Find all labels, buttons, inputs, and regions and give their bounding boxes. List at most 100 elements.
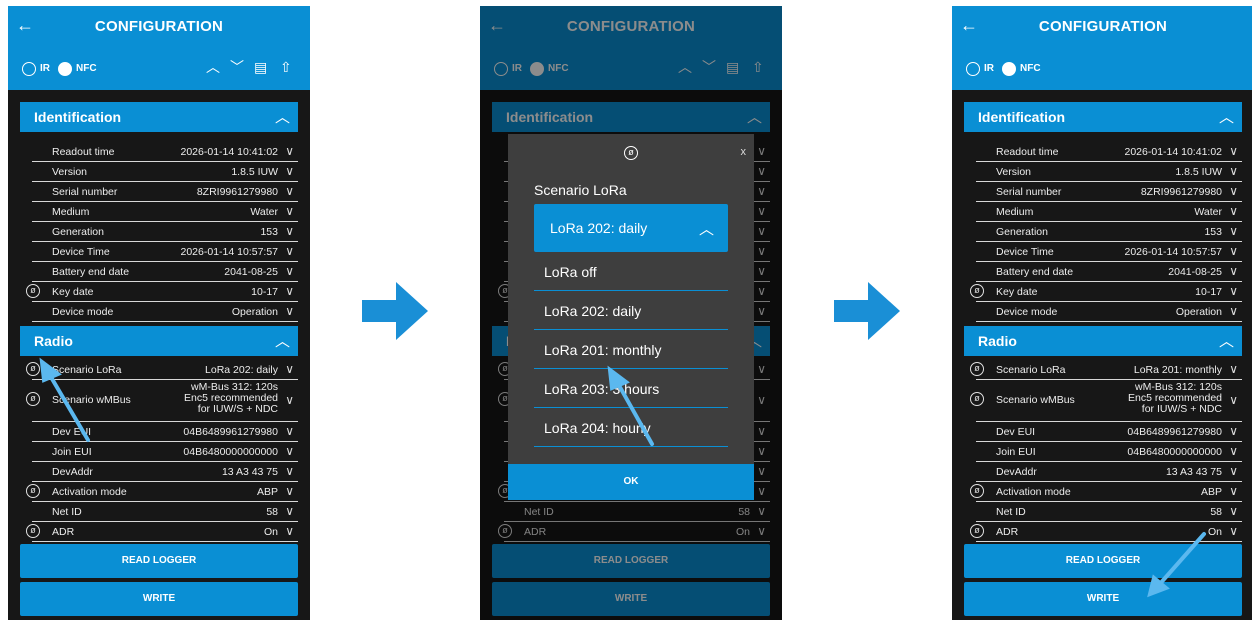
expand-chevron-icon[interactable]: ∨ xyxy=(285,204,294,218)
ir-radio[interactable] xyxy=(22,62,36,76)
section-identification[interactable]: Identification ︿ xyxy=(20,102,298,132)
table-row[interactable]: Join EUI 04B6480000000000 ∨ xyxy=(976,442,1242,462)
expand-chevron-icon[interactable]: ∨ xyxy=(1229,393,1238,407)
table-row[interactable]: Medium Water ∨ xyxy=(32,202,298,222)
table-row[interactable]: ø Activation mode ABP ∨ xyxy=(26,482,298,502)
expand-chevron-icon[interactable]: ∨ xyxy=(1229,184,1238,198)
page-title: CONFIGURATION xyxy=(1038,18,1168,35)
table-row[interactable]: Join EUI 04B6480000000000 ∨ xyxy=(32,442,298,462)
table-row[interactable]: ø Scenario wMBus wM-Bus 312: 120sEnc5 reco… xyxy=(26,380,298,422)
option-lora-202[interactable]: LoRa 202: daily xyxy=(534,291,728,330)
expand-chevron-icon[interactable]: ∨ xyxy=(285,284,294,298)
table-row[interactable]: DevAddr 13 A3 43 75 ∨ xyxy=(976,462,1242,482)
table-row[interactable]: Readout time 2026-01-14 10:41:02 ∨ xyxy=(32,142,298,162)
expand-chevron-icon[interactable]: ∨ xyxy=(1229,304,1238,318)
expand-chevron-icon[interactable]: ∨ xyxy=(1229,204,1238,218)
expand-chevron-icon[interactable]: ∨ xyxy=(285,264,294,278)
table-row[interactable]: Generation 153 ∨ xyxy=(32,222,298,242)
expand-chevron-icon[interactable]: ∨ xyxy=(285,164,294,178)
option-lora-off[interactable]: LoRa off xyxy=(534,252,728,291)
table-row[interactable]: Generation 153 ∨ xyxy=(976,222,1242,242)
expand-chevron-icon[interactable]: ∨ xyxy=(285,144,294,158)
table-row[interactable]: Device mode Operation ∨ xyxy=(976,302,1242,322)
expand-chevron-icon[interactable]: ∨ xyxy=(285,464,294,478)
phone-screen-step-3: ← CONFIGURATION IR NFC Identification ︿ Re… xyxy=(952,6,1252,620)
expand-chevron-icon[interactable]: ∨ xyxy=(1229,444,1238,458)
table-row[interactable]: Readout time 2026-01-14 10:41:02 ∨ xyxy=(976,142,1242,162)
section-radio[interactable]: Radio ︿ xyxy=(964,326,1242,356)
expand-chevron-icon[interactable]: ∨ xyxy=(1229,464,1238,478)
table-row[interactable]: Device mode Operation ∨ xyxy=(32,302,298,322)
table-row[interactable]: Device Time 2026-01-14 10:57:57 ∨ xyxy=(976,242,1242,262)
chevron-up-icon[interactable]: ︿ xyxy=(1219,330,1234,351)
expand-chevron-icon[interactable]: ∨ xyxy=(285,524,294,538)
expand-chevron-icon[interactable]: ∨ xyxy=(285,504,294,518)
expand-chevron-icon[interactable]: ∨ xyxy=(285,484,294,498)
expand-chevron-icon[interactable]: ∨ xyxy=(1229,244,1238,258)
table-row[interactable]: Battery end date 2041-08-25 ∨ xyxy=(976,262,1242,282)
table-row[interactable]: Serial number 8ZRI9961279980 ∨ xyxy=(32,182,298,202)
chevron-up-icon: ︿ xyxy=(698,221,714,238)
close-dialog-button[interactable]: x xyxy=(741,146,747,158)
option-lora-203[interactable]: LoRa 203: 3 hours xyxy=(534,369,728,408)
section-radio[interactable]: Radio ︿ xyxy=(20,326,298,356)
expand-chevron-icon[interactable]: ∨ xyxy=(285,184,294,198)
table-row[interactable]: Dev EUI 04B6489961279980 ∨ xyxy=(976,422,1242,442)
chevron-down-icon[interactable]: ﹀ xyxy=(230,58,244,76)
scenario-select[interactable]: LoRa 202: daily ︿ xyxy=(534,204,728,252)
table-row[interactable]: Medium Water ∨ xyxy=(976,202,1242,222)
table-row[interactable]: Serial number 8ZRI9961279980 ∨ xyxy=(976,182,1242,202)
table-row[interactable]: ø Key date 10-17 ∨ xyxy=(26,282,298,302)
table-row[interactable]: ø Scenario LoRa LoRa 201: monthly ∨ xyxy=(970,360,1242,380)
expand-chevron-icon[interactable]: ∨ xyxy=(1229,284,1238,298)
option-lora-201[interactable]: LoRa 201: monthly xyxy=(534,330,728,369)
nfc-radio[interactable] xyxy=(1002,62,1016,76)
table-row[interactable]: ø Scenario wMBus wM-Bus 312: 120sEnc5 reco… xyxy=(970,380,1242,422)
table-row[interactable]: ø Scenario LoRa LoRa 202: daily ∨ xyxy=(26,360,298,380)
expand-chevron-icon[interactable]: ∨ xyxy=(1229,144,1238,158)
option-lora-204[interactable]: LoRa 204: hourly xyxy=(534,408,728,447)
expand-chevron-icon[interactable]: ∨ xyxy=(1229,484,1238,498)
expand-chevron-icon[interactable]: ∨ xyxy=(1229,164,1238,178)
nfc-radio[interactable] xyxy=(58,62,72,76)
chevron-up-icon[interactable]: ︿ xyxy=(275,106,290,127)
read-logger-button[interactable]: READ LOGGER xyxy=(20,544,298,578)
expand-chevron-icon[interactable]: ∨ xyxy=(1229,524,1238,538)
table-row[interactable]: Device Time 2026-01-14 10:57:57 ∨ xyxy=(32,242,298,262)
table-row[interactable]: Battery end date 2041-08-25 ∨ xyxy=(32,262,298,282)
table-row[interactable]: ø ADR On ∨ xyxy=(970,522,1242,542)
table-row[interactable]: ø Activation mode ABP ∨ xyxy=(970,482,1242,502)
section-identification[interactable]: Identification ︿ xyxy=(964,102,1242,132)
table-row[interactable]: Version 1.8.5 IUW ∨ xyxy=(976,162,1242,182)
expand-chevron-icon[interactable]: ∨ xyxy=(285,362,294,376)
chevron-up-icon[interactable]: ︿ xyxy=(206,58,220,76)
chevron-up-icon[interactable]: ︿ xyxy=(275,330,290,351)
write-button[interactable]: WRITE xyxy=(20,582,298,616)
expand-chevron-icon[interactable]: ∨ xyxy=(1229,224,1238,238)
table-row[interactable]: Dev EUI 04B6489961279980 ∨ xyxy=(32,422,298,442)
mode-toolbar: IR NFC ︿ ﹀ ▤ ⇧ xyxy=(8,48,310,90)
table-row[interactable]: Version 1.8.5 IUW ∨ xyxy=(32,162,298,182)
expand-chevron-icon[interactable]: ∨ xyxy=(285,224,294,238)
expand-chevron-icon[interactable]: ∨ xyxy=(285,444,294,458)
read-logger-button[interactable]: READ LOGGER xyxy=(964,544,1242,578)
upload-icon[interactable]: ⇧ xyxy=(280,58,292,76)
ok-button[interactable]: OK xyxy=(508,464,754,500)
expand-chevron-icon[interactable]: ∨ xyxy=(1229,424,1238,438)
table-row[interactable]: ø Key date 10-17 ∨ xyxy=(970,282,1242,302)
expand-chevron-icon[interactable]: ∨ xyxy=(1229,362,1238,376)
expand-chevron-icon[interactable]: ∨ xyxy=(285,424,294,438)
table-row[interactable]: ø ADR On ∨ xyxy=(26,522,298,542)
expand-chevron-icon[interactable]: ∨ xyxy=(1229,264,1238,278)
expand-chevron-icon[interactable]: ∨ xyxy=(1229,504,1238,518)
table-row[interactable]: Net ID 58 ∨ xyxy=(32,502,298,522)
expand-chevron-icon[interactable]: ∨ xyxy=(285,393,294,407)
expand-chevron-icon[interactable]: ∨ xyxy=(285,244,294,258)
expand-chevron-icon[interactable]: ∨ xyxy=(285,304,294,318)
write-button[interactable]: WRITE xyxy=(964,582,1242,616)
table-row[interactable]: DevAddr 13 A3 43 75 ∨ xyxy=(32,462,298,482)
ir-radio[interactable] xyxy=(966,62,980,76)
chevron-up-icon[interactable]: ︿ xyxy=(1219,106,1234,127)
document-icon[interactable]: ▤ xyxy=(254,58,267,76)
table-row[interactable]: Net ID 58 ∨ xyxy=(976,502,1242,522)
